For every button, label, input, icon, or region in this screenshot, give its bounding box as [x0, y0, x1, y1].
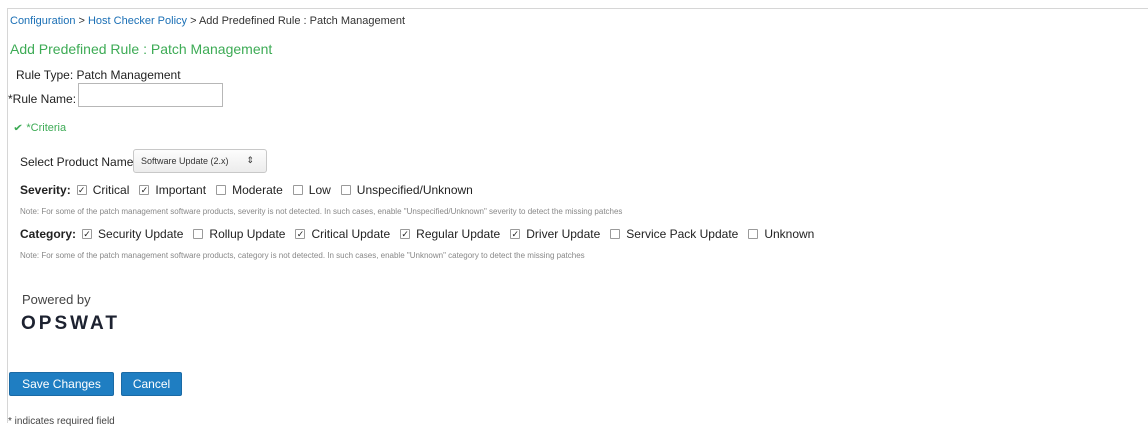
category-label: Category: — [20, 227, 77, 241]
breadcrumb-separator: > — [187, 15, 199, 27]
product-name-label: Select Product Name: — [20, 155, 137, 169]
breadcrumb-configuration[interactable]: Configuration — [10, 15, 75, 27]
breadcrumb-separator: > — [75, 15, 88, 27]
breadcrumb-host-checker-policy[interactable]: Host Checker Policy — [88, 15, 187, 27]
option-label: Security Update — [98, 227, 184, 241]
severity-option-critical[interactable]: ✓ Critical — [76, 183, 130, 197]
criteria-label: *Criteria — [26, 122, 67, 134]
checkbox-checked[interactable]: ✓ — [82, 229, 93, 239]
checkbox-unchecked[interactable] — [748, 229, 759, 239]
checkbox-unchecked[interactable] — [193, 229, 204, 239]
checkbox-checked[interactable]: ✓ — [295, 229, 306, 239]
chevron-down-icon: ✔ — [13, 123, 24, 134]
category-option-driver-update[interactable]: ✓ Driver Update — [510, 227, 600, 241]
checkbox-unchecked[interactable] — [292, 185, 303, 195]
checkbox-checked[interactable]: ✓ — [139, 185, 150, 195]
product-name-selected: Software Update (2.x) — [141, 156, 229, 166]
category-row: Category: ✓ Security Update Rollup Update… — [20, 227, 824, 241]
checkbox-checked[interactable]: ✓ — [510, 229, 521, 239]
checkbox-checked[interactable]: ✓ — [400, 229, 411, 239]
option-label: Regular Update — [416, 227, 501, 241]
required-field-note: * indicates required field — [8, 416, 115, 427]
category-option-unknown[interactable]: Unknown — [748, 227, 814, 241]
category-option-service-pack-update[interactable]: Service Pack Update — [610, 227, 738, 241]
severity-option-moderate[interactable]: Moderate — [216, 183, 283, 197]
severity-option-unspecified[interactable]: Unspecified/Unknown — [340, 183, 473, 197]
checkbox-unchecked[interactable] — [340, 185, 351, 195]
category-note: Note: For some of the patch management s… — [20, 251, 585, 260]
category-option-regular-update[interactable]: ✓ Regular Update — [400, 227, 500, 241]
breadcrumb: Configuration > Host Checker Policy > Ad… — [10, 15, 405, 27]
option-label: Unspecified/Unknown — [356, 183, 473, 197]
cancel-button[interactable]: Cancel — [121, 372, 182, 396]
option-label: Service Pack Update — [626, 227, 739, 241]
opswat-logo-text: OPSWAT — [21, 313, 120, 334]
page-title: Add Predefined Rule : Patch Management — [10, 41, 273, 57]
product-name-select[interactable]: Software Update (2.x) ⇕ — [133, 149, 267, 173]
option-label: Driver Update — [526, 227, 601, 241]
select-arrows-icon: ⇕ — [246, 155, 254, 165]
option-label: Critical Update — [311, 227, 391, 241]
checkbox-unchecked[interactable] — [216, 185, 227, 195]
rule-type-text: Rule Type: Patch Management — [16, 68, 181, 82]
save-changes-button[interactable]: Save Changes — [9, 372, 114, 396]
option-label: Important — [155, 183, 207, 197]
option-label: Critical — [92, 183, 130, 197]
opswat-logo: OPSWAT — [21, 313, 120, 334]
severity-note: Note: For some of the patch management s… — [20, 207, 623, 216]
rule-name-label: *Rule Name: — [8, 92, 77, 106]
checkbox-unchecked[interactable] — [610, 229, 621, 239]
option-label: Moderate — [232, 183, 283, 197]
criteria-toggle[interactable]: ✔ *Criteria — [13, 122, 67, 134]
option-label: Low — [308, 183, 331, 197]
category-option-security-update[interactable]: ✓ Security Update — [82, 227, 183, 241]
rule-name-input[interactable] — [78, 83, 223, 107]
option-label: Rollup Update — [209, 227, 286, 241]
severity-option-important[interactable]: ✓ Important — [139, 183, 206, 197]
severity-label: Severity: — [20, 183, 71, 197]
category-option-rollup-update[interactable]: Rollup Update — [193, 227, 285, 241]
powered-by-text: Powered by — [22, 292, 91, 307]
severity-row: Severity: ✓ Critical ✓ Important Moderate … — [20, 183, 483, 197]
option-label: Unknown — [764, 227, 815, 241]
checkbox-checked[interactable]: ✓ — [76, 185, 87, 195]
severity-option-low[interactable]: Low — [292, 183, 331, 197]
category-option-critical-update[interactable]: ✓ Critical Update — [295, 227, 390, 241]
breadcrumb-current: Add Predefined Rule : Patch Management — [198, 15, 406, 27]
